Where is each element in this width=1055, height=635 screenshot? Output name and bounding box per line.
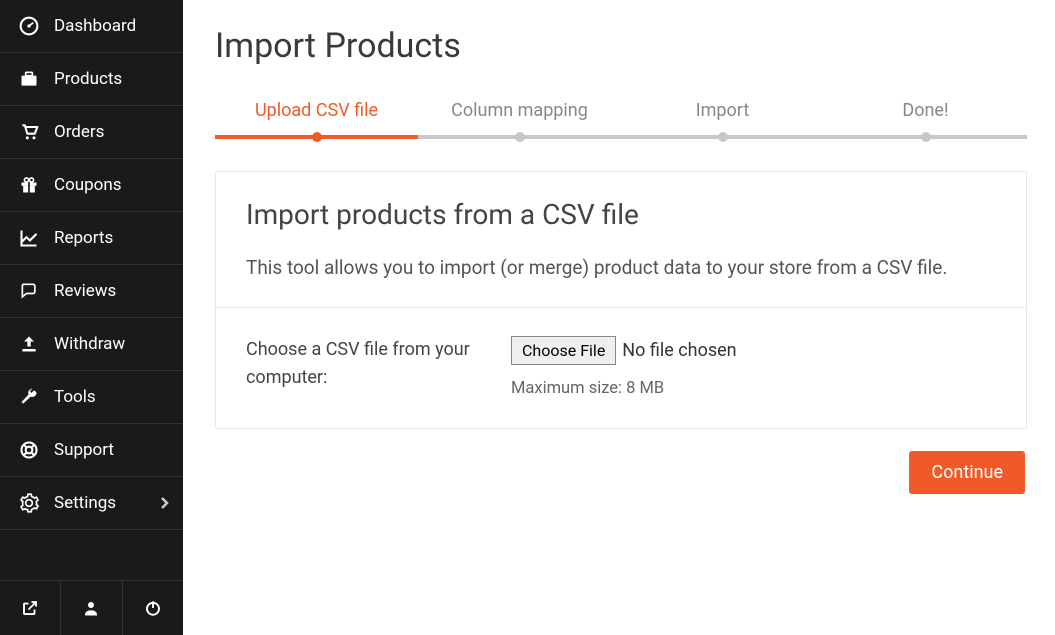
sidebar-item-label: Support [54,440,169,460]
step-dot [515,132,525,142]
step-dot [718,132,728,142]
form-actions: Continue [215,451,1027,494]
comments-icon [18,281,40,301]
lifering-icon [18,440,40,460]
sidebar-item-withdraw[interactable]: Withdraw [0,318,183,371]
sidebar-item-label: Orders [54,122,169,142]
file-input-row: Choose File No file chosen [511,336,996,365]
wrench-icon [18,387,40,407]
sidebar-item-label: Products [54,69,169,89]
gift-icon [18,175,40,195]
sidebar-item-support[interactable]: Support [0,424,183,477]
sidebar: Dashboard Products Orders Coupons Report… [0,0,183,635]
step-import[interactable]: Import [621,100,824,139]
sidebar-item-label: Dashboard [54,16,169,36]
page-title: Import Products [215,26,1027,66]
card-description: This tool allows you to import (or merge… [246,253,996,283]
progress-stepper: Upload CSV file Column mapping Import Do… [215,100,1027,139]
cart-icon [18,122,40,142]
file-status-text: No file chosen [622,340,736,361]
import-card: Import products from a CSV file This too… [215,171,1027,429]
sidebar-item-label: Tools [54,387,169,407]
sidebar-item-dashboard[interactable]: Dashboard [0,0,183,53]
continue-button[interactable]: Continue [909,451,1025,494]
step-label: Column mapping [451,100,588,121]
sidebar-item-tools[interactable]: Tools [0,371,183,424]
sidebar-item-coupons[interactable]: Coupons [0,159,183,212]
file-field-label: Choose a CSV file from your computer: [246,336,511,398]
external-link-button[interactable] [0,581,61,635]
step-upload[interactable]: Upload CSV file [215,100,418,139]
sidebar-item-label: Coupons [54,175,169,195]
sidebar-item-settings[interactable]: Settings [0,477,183,530]
step-label: Import [696,100,749,121]
upload-icon [18,334,40,354]
dashboard-icon [18,16,40,36]
step-label: Upload CSV file [255,100,378,121]
file-field-control: Choose File No file chosen Maximum size:… [511,336,996,398]
card-body: Choose a CSV file from your computer: Ch… [216,308,1026,428]
step-label: Done! [902,100,948,121]
user-button[interactable] [61,581,122,635]
choose-file-button[interactable]: Choose File [511,336,616,365]
sidebar-item-reports[interactable]: Reports [0,212,183,265]
step-dot [312,132,322,142]
sidebar-item-reviews[interactable]: Reviews [0,265,183,318]
max-size-hint: Maximum size: 8 MB [511,379,996,398]
gear-icon [18,493,40,513]
sidebar-item-label: Withdraw [54,334,169,354]
sidebar-item-orders[interactable]: Orders [0,106,183,159]
step-done[interactable]: Done! [824,100,1027,139]
card-header: Import products from a CSV file This too… [216,172,1026,308]
sidebar-item-label: Reports [54,228,169,248]
chart-icon [18,228,40,248]
chevron-right-icon [159,496,169,510]
power-button[interactable] [123,581,183,635]
sidebar-bottom-bar [0,580,183,635]
main-content: Import Products Upload CSV file Column m… [183,0,1055,635]
sidebar-item-products[interactable]: Products [0,53,183,106]
sidebar-item-label: Reviews [54,281,169,301]
step-dot [921,132,931,142]
card-title: Import products from a CSV file [246,198,996,231]
sidebar-item-label: Settings [54,493,145,513]
step-mapping[interactable]: Column mapping [418,100,621,139]
briefcase-icon [18,69,40,89]
